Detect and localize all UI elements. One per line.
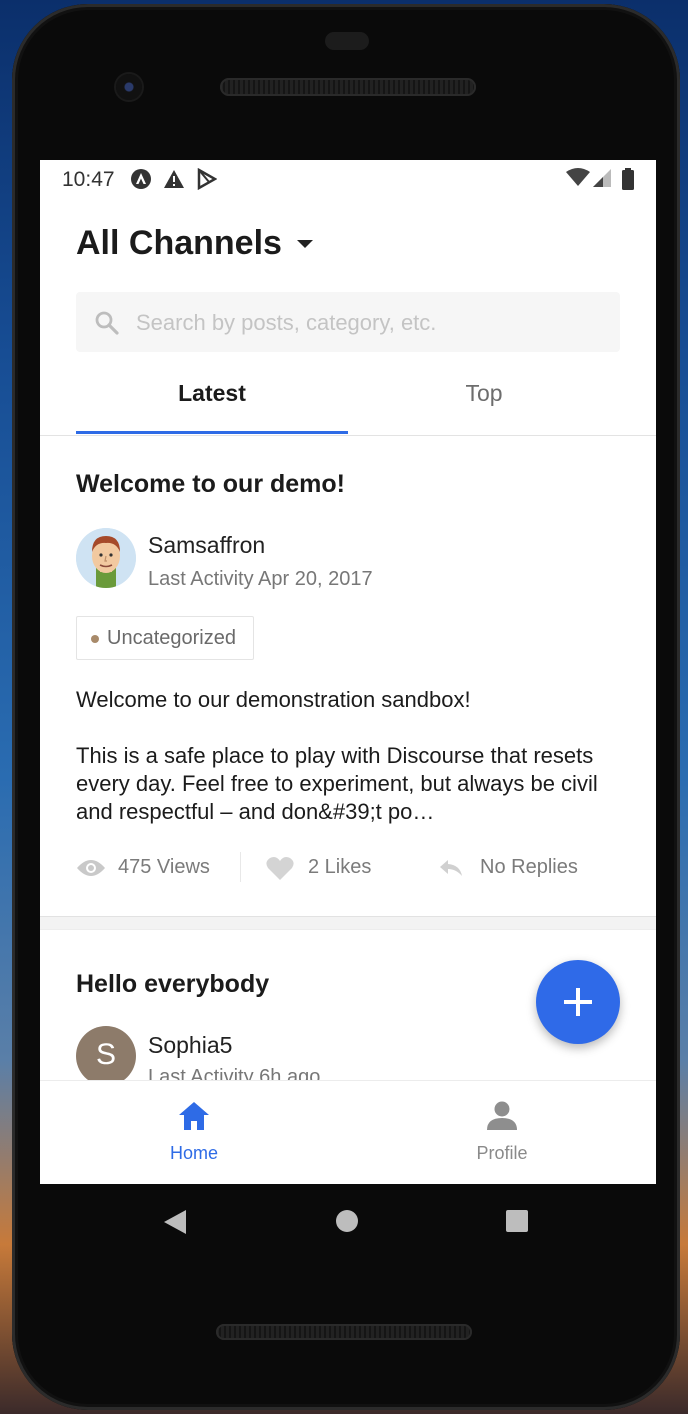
last-activity: Last Activity Apr 20, 2017 xyxy=(148,568,373,590)
reply-icon xyxy=(438,858,464,884)
person-icon xyxy=(486,1101,518,1136)
category-color-dot xyxy=(91,635,99,643)
battery-icon xyxy=(622,168,634,196)
tab-top[interactable]: Top xyxy=(348,370,620,434)
post-title[interactable]: Welcome to our demo! xyxy=(76,470,345,499)
status-time: 10:47 xyxy=(62,168,115,191)
channel-title[interactable]: All Channels xyxy=(76,224,282,263)
search-input[interactable] xyxy=(134,292,608,354)
post-title[interactable]: Hello everybody xyxy=(76,970,269,999)
system-nav-bar xyxy=(12,1194,680,1244)
post-excerpt[interactable]: Welcome to our demonstration sandbox! Th… xyxy=(76,686,632,826)
author-name[interactable]: Samsaffron xyxy=(148,532,265,559)
author-name[interactable]: Sophia5 xyxy=(148,1032,232,1059)
front-camera xyxy=(116,74,142,100)
tab-latest[interactable]: Latest xyxy=(76,370,348,434)
views-count: 475 Views xyxy=(118,856,210,878)
play-store-icon xyxy=(197,167,218,196)
nav-home-label: Home xyxy=(169,1143,218,1163)
category-badge[interactable]: Uncategorized xyxy=(76,616,254,660)
system-back-button[interactable] xyxy=(164,1210,186,1234)
tabs-divider xyxy=(40,435,656,436)
new-post-button[interactable] xyxy=(536,960,620,1044)
caret-down-icon[interactable] xyxy=(297,240,313,248)
phone-speaker-bottom xyxy=(216,1324,472,1340)
avatar[interactable] xyxy=(76,528,136,588)
stats-divider xyxy=(240,852,241,882)
active-tab-indicator xyxy=(76,431,348,434)
warning-icon xyxy=(163,168,185,196)
card-divider xyxy=(40,916,656,930)
nav-profile-label: Profile xyxy=(476,1143,528,1163)
post-stats: 475 Views 2 Likes No Replies xyxy=(76,850,636,886)
app-notification-icon xyxy=(130,168,152,196)
bottom-nav: Home Profile xyxy=(40,1080,656,1184)
nav-home[interactable]: Home xyxy=(40,1081,348,1184)
search-icon xyxy=(94,310,120,341)
eye-icon xyxy=(76,858,106,884)
likes-count: 2 Likes xyxy=(308,856,372,878)
excerpt-body: This is a safe place to play with Discou… xyxy=(76,743,598,824)
category-label: Uncategorized xyxy=(107,627,236,649)
wifi-icon xyxy=(566,168,590,194)
search-bar[interactable] xyxy=(76,292,620,354)
avatar-letter: S xyxy=(95,1038,116,1071)
status-bar: 10:47 xyxy=(40,160,656,198)
home-icon xyxy=(178,1101,210,1136)
phone-speaker-top xyxy=(220,78,476,96)
excerpt-intro: Welcome to our demonstration sandbox! xyxy=(76,687,471,712)
heart-icon[interactable] xyxy=(266,855,294,887)
replies-count: No Replies xyxy=(480,856,578,878)
system-recents-button[interactable] xyxy=(506,1210,528,1232)
avatar[interactable]: S xyxy=(76,1026,136,1086)
phone-top-slot xyxy=(325,32,369,50)
app-screen: 10:47 All Channels Latest Top Welc xyxy=(40,160,656,1184)
system-home-button[interactable] xyxy=(336,1210,358,1232)
nav-profile[interactable]: Profile xyxy=(348,1081,656,1184)
cell-signal-icon xyxy=(592,168,612,194)
